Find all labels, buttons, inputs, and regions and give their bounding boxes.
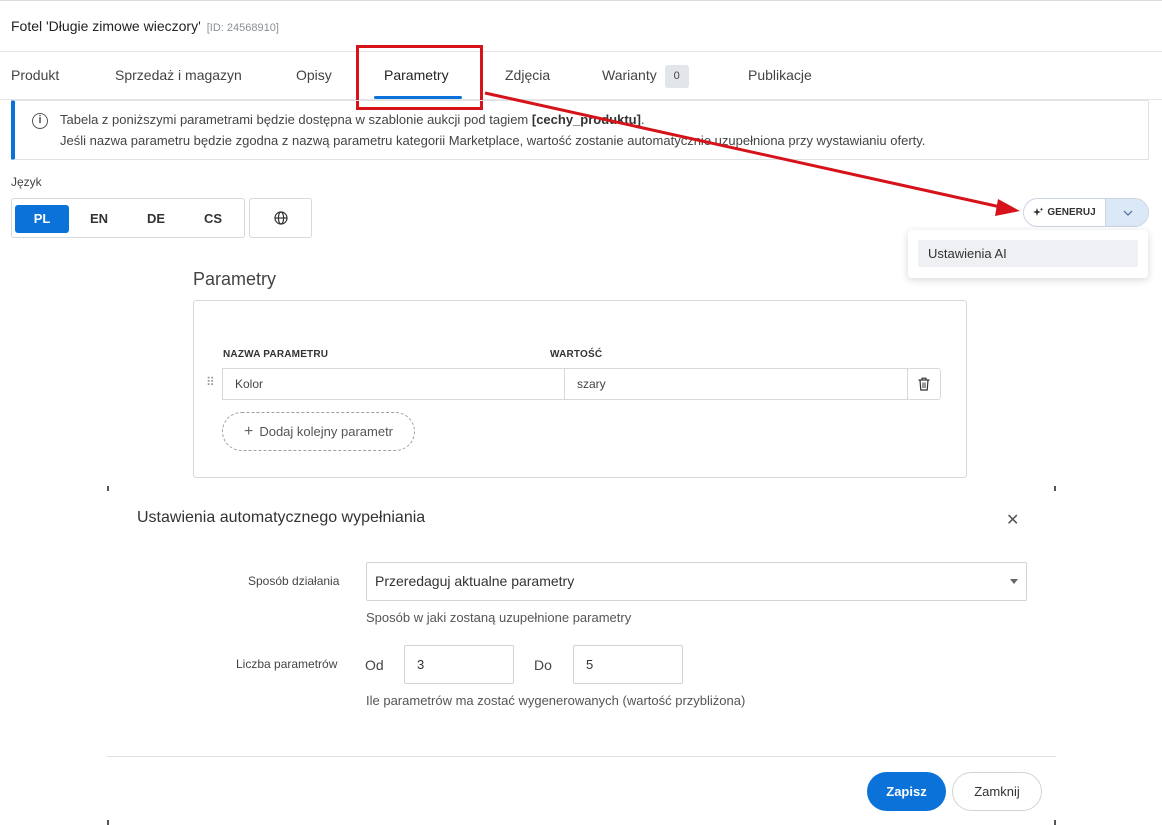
language-cs-button[interactable]: CS [186, 205, 240, 233]
modal-footer-divider [107, 756, 1056, 757]
info-icon: i [32, 113, 48, 129]
column-header-value: WARTOŚĆ [550, 349, 603, 360]
close-button[interactable]: Zamknij [952, 772, 1042, 811]
tab-bar: Produkt Sprzedaż i magazyn Opisy Paramet… [0, 51, 1162, 100]
info-tag: [cechy_produktu] [531, 112, 641, 127]
close-icon[interactable]: ✕ [1006, 510, 1019, 530]
language-label: Język [11, 175, 42, 189]
generate-button[interactable]: GENERUJ [1024, 199, 1106, 226]
from-input[interactable]: 3 [404, 645, 514, 684]
language-pl-button[interactable]: PL [15, 205, 69, 233]
to-input[interactable]: 5 [573, 645, 683, 684]
sparkle-icon [1033, 207, 1044, 216]
add-parameter-label: Dodaj kolejny parametr [259, 424, 394, 439]
save-button[interactable]: Zapisz [867, 772, 946, 811]
mode-select[interactable]: Przeredaguj aktualne parametry [366, 562, 1027, 601]
tab-zdjecia[interactable]: Zdjęcia [505, 67, 550, 83]
drag-handle-icon[interactable]: ⠿ [206, 375, 215, 389]
modal-edge-mark [107, 820, 109, 825]
count-hint: Ile parametrów ma zostać wygenerowanych … [366, 693, 746, 708]
generate-split-button: GENERUJ [1023, 198, 1149, 227]
page-title: Fotel 'Długie zimowe wieczory' [ID: 24568… [11, 18, 279, 34]
parameter-name-input[interactable]: Kolor [222, 368, 565, 400]
top-border [0, 0, 1162, 1]
generate-dropdown-menu: Ustawienia AI [908, 230, 1148, 278]
product-title: Fotel 'Długie zimowe wieczory' [11, 18, 201, 34]
mode-label: Sposób działania [248, 574, 340, 588]
parameters-card: NAZWA PARAMETRU WARTOŚĆ ⠿ Kolor szary + … [193, 300, 967, 478]
tab-produkt[interactable]: Produkt [11, 67, 59, 83]
mode-select-value: Przeredaguj aktualne parametry [375, 573, 575, 589]
from-label: Od [365, 657, 384, 673]
info-text-line2: Jeśli nazwa parametru będzie zgodna z na… [60, 133, 926, 148]
tab-sprzedaz-i-magazyn[interactable]: Sprzedaż i magazyn [115, 67, 242, 83]
globe-icon [273, 211, 288, 225]
plus-icon: + [243, 422, 254, 440]
parameters-heading: Parametry [193, 269, 277, 289]
menu-item-ai-settings[interactable]: Ustawienia AI [918, 240, 1138, 267]
product-id: [ID: 24568910] [206, 22, 279, 34]
language-de-button[interactable]: DE [129, 205, 183, 233]
count-label: Liczba parametrów [236, 657, 338, 671]
tab-warianty-label: Warianty [602, 67, 657, 84]
modal-edge-mark [107, 486, 109, 491]
language-switch: PL EN DE CS [11, 198, 245, 238]
tab-publikacje[interactable]: Publikacje [748, 67, 812, 83]
add-parameter-button[interactable]: + Dodaj kolejny parametr [222, 412, 415, 451]
to-label: Do [534, 657, 552, 673]
generate-label: GENERUJ [1047, 207, 1096, 218]
language-en-button[interactable]: EN [72, 205, 126, 233]
language-more-button[interactable] [249, 198, 312, 238]
info-alert: i Tabela z poniższymi parametrami będzie… [11, 100, 1149, 160]
caret-down-icon [1010, 579, 1018, 584]
warianty-count-badge: 0 [664, 65, 689, 88]
generate-dropdown-toggle[interactable] [1106, 199, 1148, 226]
column-header-name: NAZWA PARAMETRU [223, 349, 329, 360]
trash-icon [918, 377, 930, 391]
tab-opisy[interactable]: Opisy [296, 67, 332, 83]
chevron-down-icon [1123, 210, 1133, 216]
mode-hint: Sposób w jaki zostaną uzupełnione parame… [366, 610, 632, 625]
delete-parameter-button[interactable] [907, 368, 941, 400]
modal-edge-mark [1054, 820, 1056, 825]
modal-title: Ustawienia automatycznego wypełniania [137, 509, 426, 526]
parameter-value-input[interactable]: szary [564, 368, 908, 400]
info-text-line1: Tabela z poniższymi parametrami będzie d… [60, 112, 645, 127]
tab-warianty[interactable]: Warianty 0 [602, 65, 689, 88]
modal-edge-mark [1054, 486, 1056, 491]
